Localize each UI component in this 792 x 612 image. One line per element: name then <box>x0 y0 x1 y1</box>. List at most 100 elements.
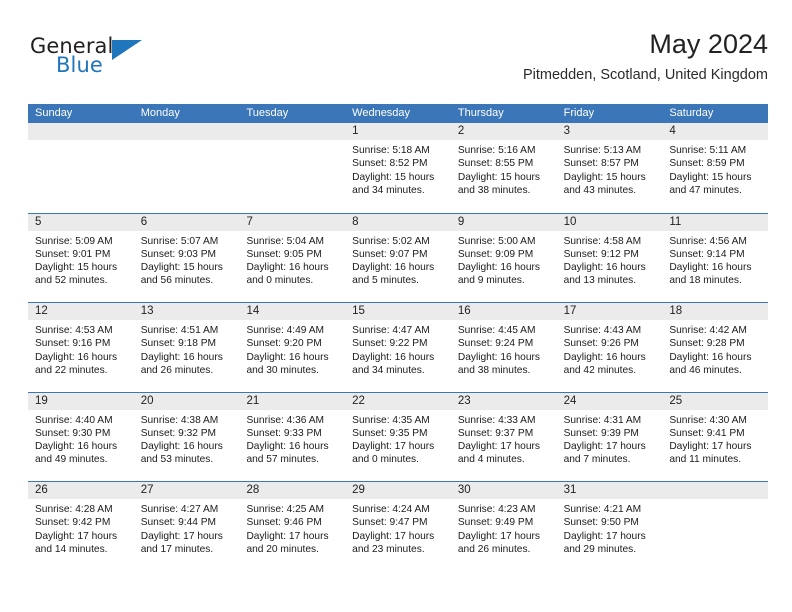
day-details <box>28 140 134 144</box>
day-number: 13 <box>133 303 240 320</box>
page-subtitle: Pitmedden, Scotland, United Kingdom <box>522 67 768 83</box>
calendar-day-cell[interactable]: 21 Sunrise: 4:36 AM Sunset: 9:33 PM Dayligh… <box>239 392 346 482</box>
calendar-day-cell[interactable]: 11 Sunrise: 4:56 AM Sunset: 9:14 PM Dayligh… <box>662 213 769 303</box>
calendar-day-cell[interactable]: 9 Sunrise: 5:00 AM Sunset: 9:09 PM Daylight… <box>450 213 557 303</box>
day-daylight2-text: and 34 minutes. <box>352 364 425 376</box>
calendar-day-cell[interactable]: 12 Sunrise: 4:53 AM Sunset: 9:16 PM Dayligh… <box>28 303 134 392</box>
day-sunrise-text: Sunrise: 4:56 AM <box>669 235 747 247</box>
calendar-day-cell[interactable]: 8 Sunrise: 5:02 AM Sunset: 9:07 PM Daylight… <box>345 213 451 303</box>
day-sunrise-text: Sunrise: 4:25 AM <box>246 504 325 515</box>
day-daylight2-text: and 20 minutes. <box>246 543 319 555</box>
day-sunset-text: Sunset: 9:16 PM <box>35 338 111 350</box>
calendar-day-cell[interactable]: 30 Sunrise: 4:23 AM Sunset: 9:49 PM Dayligh… <box>450 482 557 571</box>
day-details: Sunrise: 4:47 AM Sunset: 9:22 PM Daylight:… <box>345 320 451 377</box>
day-details: Sunrise: 5:04 AM Sunset: 9:05 PM Daylight:… <box>239 231 345 288</box>
day-daylight1-text: Daylight: 17 hours <box>563 530 646 542</box>
day-details: Sunrise: 4:25 AM Sunset: 9:46 PM Daylight:… <box>239 499 345 556</box>
day-daylight1-text: Daylight: 16 hours <box>669 351 752 363</box>
day-daylight2-text: and 18 minutes. <box>669 275 742 287</box>
weekday-tuesday: Tuesday <box>246 107 289 119</box>
calendar-day-cell[interactable]: 23 Sunrise: 4:33 AM Sunset: 9:37 PM Dayligh… <box>450 392 557 482</box>
day-sunrise-text: Sunrise: 4:53 AM <box>35 325 113 336</box>
calendar-day-cell[interactable]: 29 Sunrise: 4:24 AM Sunset: 9:47 PM Dayligh… <box>345 482 451 571</box>
day-sunset-text: Sunset: 9:33 PM <box>246 427 322 439</box>
day-details: Sunrise: 4:21 AM Sunset: 9:50 PM Daylight:… <box>557 499 663 556</box>
day-daylight1-text: Daylight: 16 hours <box>352 262 435 274</box>
day-daylight1-text: Daylight: 17 hours <box>352 441 435 453</box>
day-sunset-text: Sunset: 9:28 PM <box>669 338 745 350</box>
weekday-thursday: Thursday <box>457 107 504 119</box>
calendar-day-cell[interactable]: 14 Sunrise: 4:49 AM Sunset: 9:20 PM Dayligh… <box>239 303 346 392</box>
calendar-day-cell[interactable]: 20 Sunrise: 4:38 AM Sunset: 9:32 PM Dayligh… <box>133 392 240 482</box>
calendar-day-cell[interactable]: 18 Sunrise: 4:42 AM Sunset: 9:28 PM Dayligh… <box>662 303 769 392</box>
day-daylight2-text: and 22 minutes. <box>35 364 108 376</box>
calendar-day-cell[interactable]: 31 Sunrise: 4:21 AM Sunset: 9:50 PM Dayligh… <box>556 482 663 571</box>
day-daylight1-text: Daylight: 16 hours <box>563 351 646 363</box>
day-sunset-text: Sunset: 9:30 PM <box>35 427 111 439</box>
day-sunset-text: Sunset: 8:57 PM <box>563 158 639 170</box>
day-sunrise-text: Sunrise: 5:18 AM <box>352 145 430 156</box>
calendar-day-cell[interactable]: 26 Sunrise: 4:28 AM Sunset: 9:42 PM Dayligh… <box>28 482 134 571</box>
calendar-day-cell[interactable]: 5 Sunrise: 5:09 AM Sunset: 9:01 PM Daylight… <box>28 213 134 303</box>
day-number: 17 <box>556 303 663 320</box>
calendar-day-cell[interactable]: 19 Sunrise: 4:40 AM Sunset: 9:30 PM Dayligh… <box>28 392 134 482</box>
calendar-day-cell-empty <box>133 123 240 213</box>
calendar-day-cell[interactable]: 13 Sunrise: 4:51 AM Sunset: 9:18 PM Dayligh… <box>133 303 240 392</box>
day-details: Sunrise: 4:40 AM Sunset: 9:30 PM Daylight:… <box>28 410 134 467</box>
day-sunrise-text: Sunrise: 5:07 AM <box>140 235 219 247</box>
calendar-day-cell[interactable]: 1 Sunrise: 5:18 AM Sunset: 8:52 PM Daylight… <box>345 123 451 213</box>
day-sunset-text: Sunset: 9:44 PM <box>140 517 217 529</box>
calendar-day-cell[interactable]: 28 Sunrise: 4:25 AM Sunset: 9:46 PM Dayligh… <box>239 482 346 571</box>
day-sunrise-text: Sunrise: 4:24 AM <box>352 504 430 515</box>
day-daylight2-text: and 57 minutes. <box>246 454 319 466</box>
day-number: 26 <box>28 482 134 499</box>
day-sunrise-text: Sunrise: 4:21 AM <box>563 504 642 515</box>
day-number: 25 <box>662 392 769 410</box>
day-details: Sunrise: 5:11 AM Sunset: 8:59 PM Daylight:… <box>662 140 768 197</box>
calendar-week-row: 19 Sunrise: 4:40 AM Sunset: 9:30 PM Dayligh… <box>28 391 769 482</box>
day-number: 1 <box>345 123 451 140</box>
day-number: 18 <box>662 303 769 320</box>
day-sunrise-text: Sunrise: 4:27 AM <box>140 504 219 515</box>
day-daylight2-text: and 56 minutes. <box>140 275 214 287</box>
day-sunset-text: Sunset: 9:50 PM <box>563 517 639 529</box>
calendar-day-cell[interactable]: 10 Sunrise: 4:58 AM Sunset: 9:12 PM Dayligh… <box>556 213 663 303</box>
calendar-day-cell[interactable]: 6 Sunrise: 5:07 AM Sunset: 9:03 PM Daylight… <box>133 213 240 303</box>
day-daylight1-text: Daylight: 15 hours <box>352 171 435 183</box>
day-daylight1-text: Daylight: 17 hours <box>352 530 435 542</box>
calendar-week-row: 1 Sunrise: 5:18 AM Sunset: 8:52 PM Daylight… <box>28 123 769 213</box>
day-daylight2-text: and 0 minutes. <box>352 454 419 466</box>
day-number <box>239 123 346 140</box>
day-daylight1-text: Daylight: 17 hours <box>35 530 118 542</box>
calendar-day-cell[interactable]: 3 Sunrise: 5:13 AM Sunset: 8:57 PM Daylight… <box>556 123 663 213</box>
day-daylight2-text: and 23 minutes. <box>352 543 425 555</box>
day-sunset-text: Sunset: 9:03 PM <box>140 248 217 260</box>
calendar-day-cell[interactable]: 7 Sunrise: 5:04 AM Sunset: 9:05 PM Daylight… <box>239 213 346 303</box>
day-sunrise-text: Sunrise: 4:45 AM <box>457 325 536 336</box>
day-sunrise-text: Sunrise: 4:31 AM <box>563 414 642 426</box>
calendar-grid: Sunday Monday Tuesday Wednesday Thursday… <box>28 104 769 571</box>
calendar-day-cell[interactable]: 27 Sunrise: 4:27 AM Sunset: 9:44 PM Dayligh… <box>133 482 240 571</box>
day-sunset-text: Sunset: 9:22 PM <box>352 338 428 350</box>
calendar-day-cell[interactable]: 25 Sunrise: 4:30 AM Sunset: 9:41 PM Dayligh… <box>662 392 769 482</box>
day-details: Sunrise: 4:53 AM Sunset: 9:16 PM Daylight:… <box>28 320 134 377</box>
day-daylight2-text: and 30 minutes. <box>246 364 319 376</box>
calendar-day-cell[interactable]: 15 Sunrise: 4:47 AM Sunset: 9:22 PM Dayligh… <box>345 303 451 392</box>
day-number: 7 <box>239 213 346 231</box>
calendar-day-cell[interactable]: 22 Sunrise: 4:35 AM Sunset: 9:35 PM Dayligh… <box>345 392 451 482</box>
day-details <box>134 140 240 144</box>
calendar-day-cell[interactable]: 24 Sunrise: 4:31 AM Sunset: 9:39 PM Dayligh… <box>556 392 663 482</box>
day-number: 12 <box>28 303 134 320</box>
day-daylight1-text: Daylight: 17 hours <box>669 441 752 453</box>
day-details: Sunrise: 4:38 AM Sunset: 9:32 PM Daylight:… <box>134 410 240 467</box>
day-daylight1-text: Daylight: 15 hours <box>35 262 118 274</box>
day-details: Sunrise: 5:07 AM Sunset: 9:03 PM Daylight:… <box>134 231 240 288</box>
calendar-day-cell[interactable]: 4 Sunrise: 5:11 AM Sunset: 8:59 PM Daylight… <box>662 123 769 213</box>
day-daylight2-text: and 29 minutes. <box>563 543 637 555</box>
calendar-day-cell[interactable]: 17 Sunrise: 4:43 AM Sunset: 9:26 PM Dayligh… <box>556 303 663 392</box>
day-daylight1-text: Daylight: 16 hours <box>669 262 752 274</box>
calendar-day-cell-empty <box>662 482 769 571</box>
calendar-day-cell[interactable]: 2 Sunrise: 5:16 AM Sunset: 8:55 PM Daylight… <box>450 123 557 213</box>
day-sunrise-text: Sunrise: 4:38 AM <box>140 414 219 426</box>
calendar-day-cell[interactable]: 16 Sunrise: 4:45 AM Sunset: 9:24 PM Dayligh… <box>450 303 557 392</box>
